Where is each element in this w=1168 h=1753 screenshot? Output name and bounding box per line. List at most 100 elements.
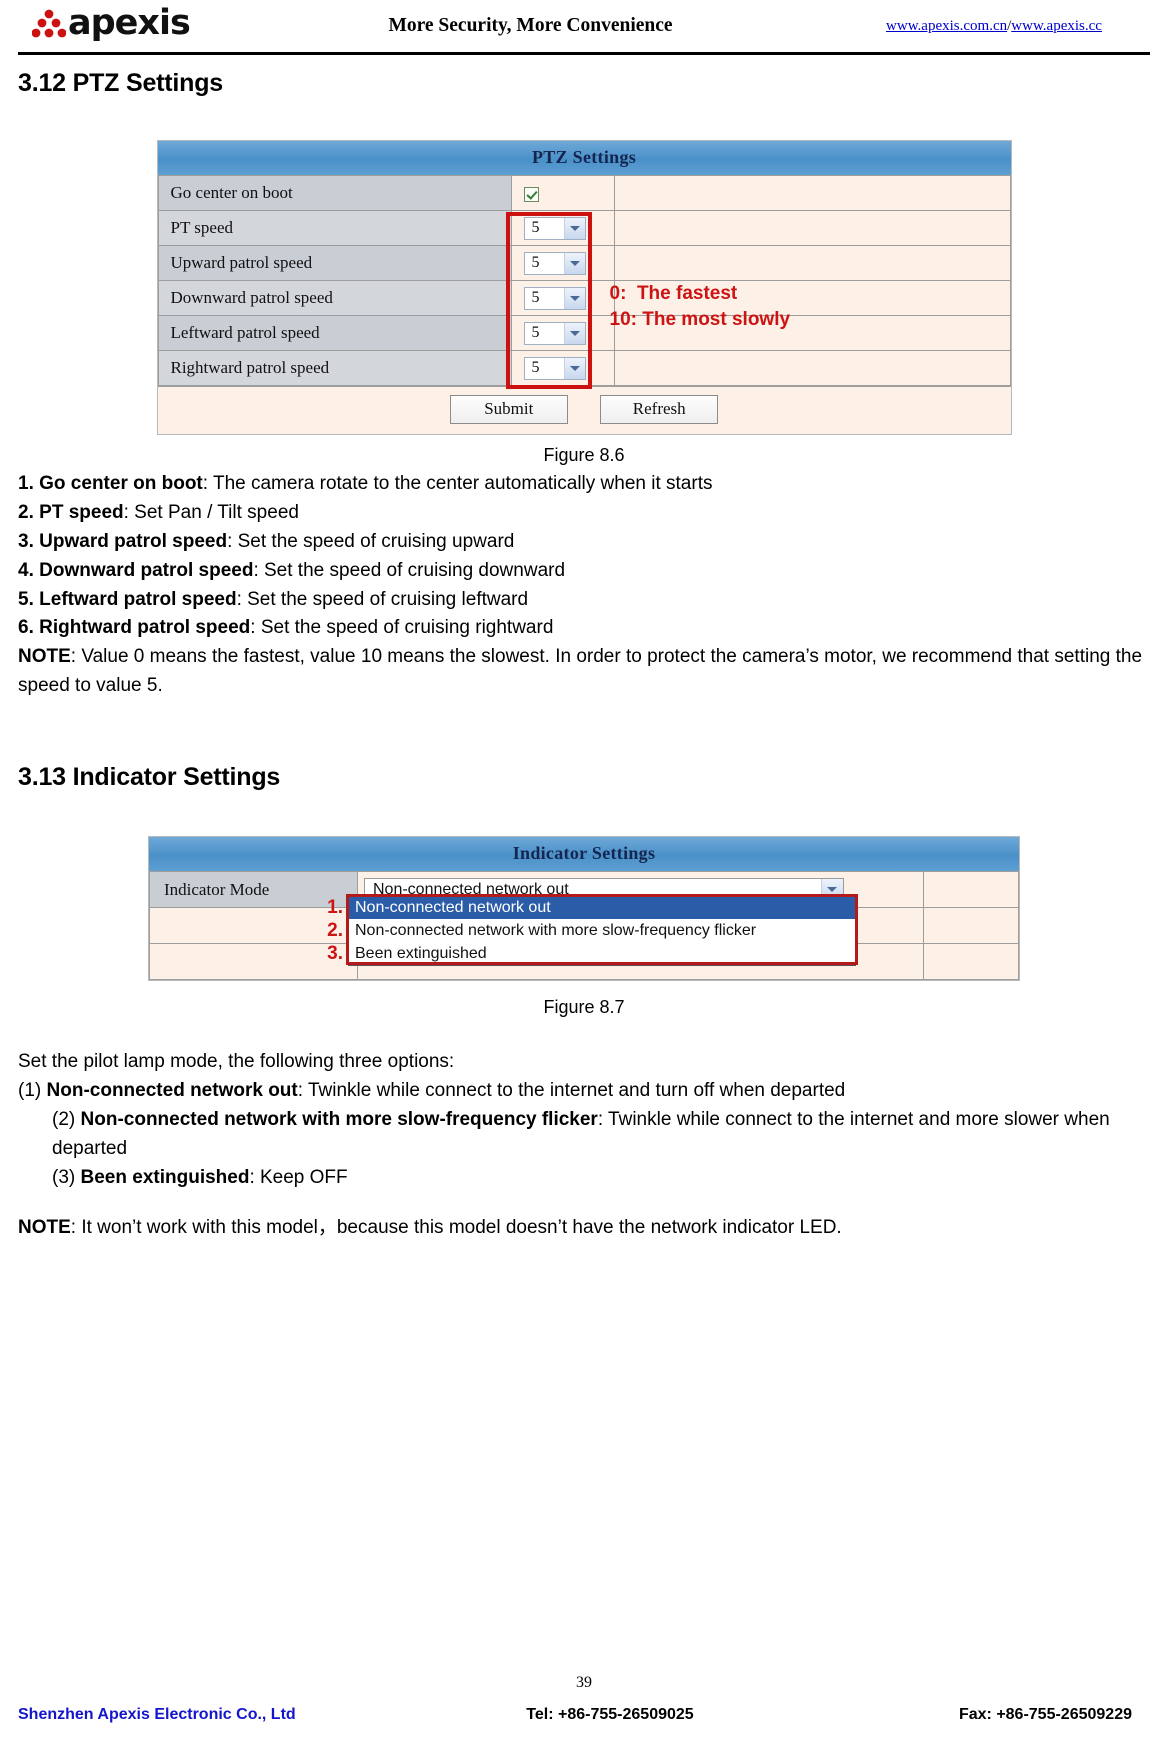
chevron-down-icon — [563, 357, 585, 379]
ind-item-term-2: Non-connected network with more slow-fre… — [80, 1108, 598, 1130]
indicator-settings-panel: Indicator Settings Indicator Mode Non-co… — [148, 836, 1020, 981]
downward-patrol-speed-select[interactable]: 5 — [523, 286, 586, 310]
downward-patrol-speed-value: 5 — [531, 289, 540, 306]
table-row: Downward patrol speed 5 — [157, 280, 1011, 316]
annotation-option-number-1: 1. — [327, 897, 343, 918]
list-item: 2. PT speed: Set Pan / Tilt speed — [18, 499, 1150, 528]
ptz-note-cell-6 — [613, 350, 1011, 386]
list-item: (2) Non-connected network with more slow… — [18, 1106, 1150, 1164]
chevron-down-icon — [563, 287, 585, 309]
ptz-button-row: Submit Refresh — [157, 386, 1011, 434]
ptz-item-text-3: : Set the speed of cruising upward — [227, 530, 515, 552]
ptz-item-num-1: 1. — [18, 473, 34, 494]
downward-patrol-speed-cell: 5 — [510, 280, 615, 316]
ind-item-num-3: (3) — [52, 1166, 76, 1188]
list-item: 3. Upward patrol speed: Set the speed of… — [18, 528, 1150, 557]
document-page: apexis More Security, More Convenience w… — [0, 0, 1168, 1753]
ptz-item-text-5: : Set the speed of cruising leftward — [236, 588, 529, 610]
page-title-indicator: 3.13 Indicator Settings — [18, 763, 281, 791]
website-link-cc[interactable]: www.apexis.cc — [1011, 18, 1102, 34]
pt-speed-select[interactable]: 5 — [523, 216, 586, 240]
apexis-logo-mark-icon — [32, 9, 66, 38]
row-label-leftward-patrol-speed: Leftward patrol speed — [157, 315, 512, 351]
row-label-go-center-on-boot: Go center on boot — [157, 175, 512, 211]
figure-caption-8-6: Figure 8.6 — [543, 445, 625, 465]
leftward-patrol-speed-value: 5 — [531, 324, 540, 341]
page-number: 39 — [576, 1674, 592, 1691]
ptz-item-text-2: : Set Pan / Tilt speed — [123, 501, 299, 523]
annotation-option-number-3: 3. — [327, 943, 343, 964]
dropdown-option-been-extinguished[interactable]: Been extinguished — [349, 942, 855, 965]
chevron-down-icon — [563, 252, 585, 274]
row-label-rightward-patrol-speed: Rightward patrol speed — [157, 350, 512, 386]
ptz-item-num-2: 2. — [18, 501, 34, 523]
list-item: 4. Downward patrol speed: Set the speed … — [18, 557, 1150, 586]
upward-patrol-speed-cell: 5 — [510, 245, 615, 281]
ptz-item-num-5: 5. — [18, 588, 34, 610]
submit-button[interactable]: Submit — [449, 395, 568, 424]
ptz-note-cell-3 — [613, 245, 1011, 281]
ptz-item-num-4: 4. — [18, 559, 34, 581]
leftward-patrol-speed-select[interactable]: 5 — [523, 321, 586, 345]
figure-caption-8-7: Figure 8.7 — [543, 997, 625, 1017]
row-label-downward-patrol-speed: Downward patrol speed — [157, 280, 512, 316]
ind-item-num-2: (2) — [52, 1108, 76, 1130]
ptz-item-num-6: 6. — [18, 617, 34, 639]
footer-fax: Fax: +86-755-26509229 — [958, 1706, 1132, 1723]
ptz-note-cell-1 — [613, 175, 1011, 211]
ind-item-term-3: Been extinguished — [80, 1166, 250, 1188]
ind-item-num-1: (1) — [18, 1079, 42, 1101]
indicator-intro: Set the pilot lamp mode, the following t… — [18, 1051, 455, 1072]
ptz-item-num-3: 3. — [18, 530, 34, 552]
footer-tel: Tel: +86-755-26509025 — [526, 1706, 694, 1723]
ptz-item-term-6: Rightward patrol speed — [39, 617, 251, 639]
legend-fastest: 0: The fastest — [609, 283, 738, 304]
indicator-mode-options-dropdown[interactable]: 1. Non-connected network out 2. Non-conn… — [327, 895, 856, 966]
website-link-cn[interactable]: www.apexis.com.cn — [886, 18, 1007, 34]
ptz-note-text: : Value 0 means the fastest, value 10 me… — [18, 646, 1143, 697]
option-wrapper-3: 3. Been extinguished — [327, 942, 855, 965]
list-item: (3) Been extinguished: Keep OFF — [18, 1164, 1150, 1193]
option-wrapper-1: 1. Non-connected network out — [327, 896, 855, 919]
figure-8-6: PTZ Settings Go center on boot PT speed … — [18, 140, 1150, 435]
indicator-description-list: Set the pilot lamp mode, the following t… — [18, 1048, 1150, 1243]
ind-item-text-1: : Twinkle while connect to the internet … — [297, 1079, 846, 1101]
legend-slowest: 10: The most slowly — [609, 308, 791, 330]
list-item: 5. Leftward patrol speed: Set the speed … — [18, 586, 1150, 615]
ptz-item-term-1: Go center on boot — [39, 473, 203, 494]
table-row: PT speed 5 — [157, 210, 1011, 246]
indicator-note-paragraph: NOTE: It won’t work with this model，beca… — [18, 1214, 1150, 1243]
go-center-on-boot-cell — [510, 175, 615, 211]
header-links: www.apexis.com.cn/www.apexis.cc — [844, 18, 1150, 35]
row-label-pt-speed: PT speed — [157, 210, 512, 246]
list-item: 6. Rightward patrol speed: Set the speed… — [18, 614, 1150, 643]
rightward-patrol-speed-select[interactable]: 5 — [523, 356, 586, 380]
list-item: (1) Non-connected network out: Twinkle w… — [18, 1077, 1150, 1106]
indicator-pad-cell-1 — [923, 871, 1019, 908]
go-center-on-boot-checkbox[interactable] — [523, 186, 539, 202]
header-divider — [18, 52, 1150, 55]
annotation-option-number-2: 2. — [327, 920, 343, 941]
page-footer: Shenzhen Apexis Electronic Co., Ltd Tel:… — [18, 1706, 1150, 1724]
option-wrapper-2: 2. Non-connected network with more slow-… — [327, 919, 855, 942]
ptz-item-text-4: : Set the speed of cruising downward — [253, 559, 566, 581]
upward-patrol-speed-select[interactable]: 5 — [523, 251, 586, 275]
upward-patrol-speed-value: 5 — [531, 254, 540, 271]
figure-8-7: Indicator Settings Indicator Mode Non-co… — [18, 836, 1150, 981]
ptz-item-text-1: : The camera rotate to the center automa… — [202, 473, 713, 494]
refresh-button[interactable]: Refresh — [600, 395, 719, 424]
ptz-description-list: 1. Go center on boot: The camera rotate … — [18, 470, 1150, 701]
dropdown-option-slow-frequency-flicker[interactable]: Non-connected network with more slow-fre… — [349, 919, 855, 942]
ptz-settings-table: Go center on boot PT speed 5 Upward patr… — [157, 175, 1011, 386]
ptz-note-paragraph: NOTE: Value 0 means the fastest, value 1… — [18, 643, 1150, 701]
footer-company: Shenzhen Apexis Electronic Co., Ltd — [18, 1706, 296, 1723]
ptz-item-term-5: Leftward patrol speed — [39, 588, 237, 610]
dropdown-option-non-connected-network-out[interactable]: Non-connected network out — [349, 896, 855, 919]
annotation-speed-legend: 0: The fastest 10: The most slowly — [610, 281, 791, 332]
pt-speed-value: 5 — [531, 219, 540, 236]
table-row: Rightward patrol speed 5 — [157, 350, 1011, 386]
leftward-patrol-speed-cell: 5 — [510, 315, 615, 351]
table-row: Upward patrol speed 5 — [157, 245, 1011, 281]
chevron-down-icon — [563, 322, 585, 344]
apexis-logo: apexis — [32, 3, 247, 49]
